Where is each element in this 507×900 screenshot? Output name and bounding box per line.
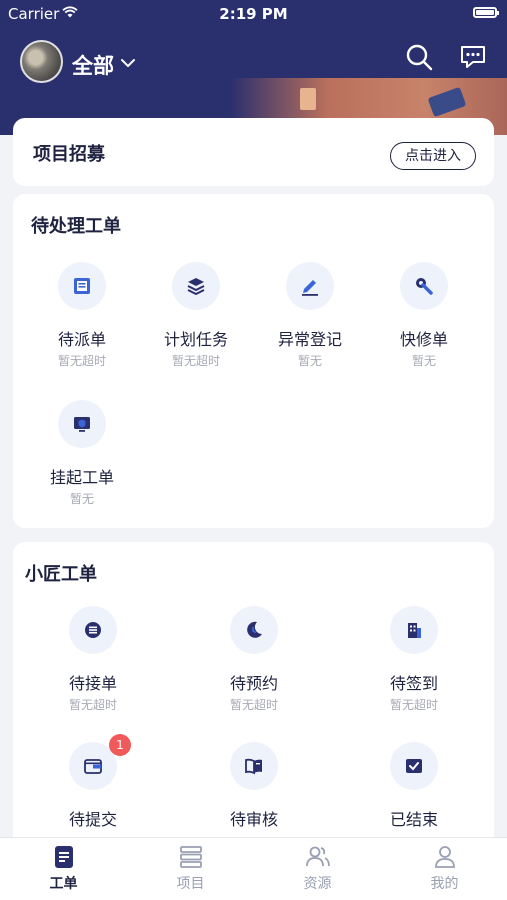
pen-icon (286, 262, 334, 310)
users-icon (305, 846, 330, 867)
server-icon (179, 846, 202, 868)
project-recruit-card: 项目招募 点击进入 (13, 118, 494, 186)
recruit-title: 项目招募 (33, 144, 105, 165)
finished-item[interactable]: 已结束 (359, 742, 469, 830)
header: Carrier 2:19 PM 全部 (0, 0, 507, 135)
pending-review-item[interactable]: 待审核 (199, 742, 309, 830)
list-circle-icon (69, 606, 117, 654)
pending-submit-item[interactable]: 1 待提交 (38, 734, 148, 830)
building-icon (390, 606, 438, 654)
workorder-icon (54, 846, 73, 868)
document-icon (58, 262, 106, 310)
moon-clock-icon (230, 606, 278, 654)
status-bar: Carrier 2:19 PM (0, 0, 507, 28)
pending-accept-item[interactable]: 待接单 暂无超时 (38, 606, 148, 713)
tab-workorder[interactable]: 工单 (0, 844, 127, 893)
book-icon (230, 742, 278, 790)
avatar[interactable] (20, 40, 63, 83)
pending-checkin-item[interactable]: 待签到 暂无超时 (359, 606, 469, 713)
pending-dispatch-item[interactable]: 待派单 暂无超时 (27, 262, 137, 369)
exception-register-item[interactable]: 异常登记 暂无 (255, 262, 365, 369)
quick-repair-item[interactable]: 快修单 暂无 (369, 262, 479, 369)
wrench-icon (400, 262, 448, 310)
monitor-shield-icon (58, 400, 106, 448)
pending-appointment-item[interactable]: 待预约 暂无超时 (199, 606, 309, 713)
layers-icon (172, 262, 220, 310)
tab-bar: 工单 项目 资源 我的 (0, 837, 507, 900)
tab-mine[interactable]: 我的 (381, 844, 507, 893)
suspended-order-item[interactable]: 挂起工单 暂无 (27, 400, 137, 507)
notification-badge: 1 (109, 734, 131, 756)
enter-button[interactable]: 点击进入 (390, 142, 476, 170)
scope-selector-label[interactable]: 全部 (72, 50, 114, 80)
chevron-down-icon[interactable] (120, 55, 136, 71)
pending-orders-card: 待处理工单 待派单 暂无超时 计划任务 暂无超时 异常登记 暂无 快修单 暂无 … (13, 194, 494, 528)
tab-project[interactable]: 项目 (127, 844, 254, 893)
plan-task-item[interactable]: 计划任务 暂无超时 (141, 262, 251, 369)
status-time: 2:19 PM (219, 5, 288, 23)
search-icon[interactable] (404, 42, 434, 72)
message-icon[interactable] (458, 42, 488, 72)
pending-title: 待处理工单 (31, 216, 121, 237)
check-box-icon (390, 742, 438, 790)
wallet-icon: 1 (69, 734, 131, 790)
craftsman-orders-card: 小匠工单 待接单 暂无超时 待预约 暂无超时 待签到 暂无超时 1 待提交 待审… (13, 542, 494, 842)
person-icon (434, 846, 455, 868)
battery-icon (473, 7, 499, 18)
header-illustration-figure (300, 88, 316, 110)
craft-title: 小匠工单 (25, 564, 97, 585)
tab-resources[interactable]: 资源 (254, 844, 381, 893)
